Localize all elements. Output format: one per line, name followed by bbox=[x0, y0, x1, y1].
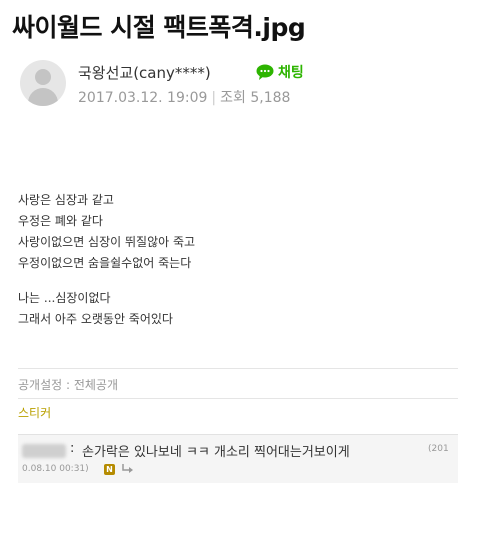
post-content: 사랑은 심장과 같고 우정은 폐와 같다 사랑이없으면 심장이 뛰질않아 죽고 … bbox=[18, 190, 398, 330]
chat-label: 채팅 bbox=[278, 65, 304, 81]
post-line: 사랑이없으면 심장이 뛰질않아 죽고 bbox=[18, 235, 196, 249]
author-name[interactable]: 국왕선교(cany****) bbox=[78, 62, 211, 83]
privacy-setting: 공개설정 : 전체공개 bbox=[18, 378, 118, 392]
divider bbox=[18, 368, 458, 369]
author-row: 국왕선교(cany****) 채팅 2017.03.12. 19:09 | 조회 5… bbox=[20, 60, 460, 108]
comment-date: 0.08.10 00:31) bbox=[22, 464, 89, 474]
post-line: 우정이없으면 숨을쉴수없어 죽는다 bbox=[18, 256, 192, 270]
chat-bubble-icon bbox=[256, 64, 274, 80]
comment-separator: : bbox=[70, 441, 75, 456]
avatar-body-shape bbox=[28, 88, 58, 106]
post-line: 그래서 아주 오랫동안 죽어있다 bbox=[18, 312, 173, 326]
post-date: 2017.03.12. 19:09 bbox=[78, 90, 208, 106]
divider bbox=[18, 398, 458, 399]
reply-arrow-icon[interactable] bbox=[120, 462, 134, 476]
post-line-gap bbox=[18, 274, 398, 288]
post-meta: 2017.03.12. 19:09 | 조회 5,188 bbox=[78, 87, 290, 107]
avatar[interactable] bbox=[20, 60, 66, 106]
chat-button[interactable]: 채팅 bbox=[256, 62, 304, 82]
sticker-link[interactable]: 스티커 bbox=[18, 404, 51, 421]
view-count: 조회 5,188 bbox=[220, 90, 291, 106]
meta-separator: | bbox=[211, 90, 217, 106]
commenter-name-blurred bbox=[22, 444, 66, 458]
post-line: 우정은 폐와 같다 bbox=[18, 214, 103, 228]
post-line: 나는 ...심장이없다 bbox=[18, 291, 111, 305]
post-title: 싸이월드 시절 팩트폭격.jpg bbox=[12, 13, 306, 42]
comment-item: : 손가락은 있나보네 ㅋㅋ 개소리 찍어대는거보이게 (201 0.08.10… bbox=[18, 434, 458, 483]
comment-date-prefix: (201 bbox=[428, 444, 449, 454]
comment-text: 손가락은 있나보네 ㅋㅋ 개소리 찍어대는거보이게 bbox=[82, 445, 350, 460]
avatar-head-shape bbox=[35, 69, 51, 85]
new-badge: N bbox=[104, 464, 115, 475]
post-line: 사랑은 심장과 같고 bbox=[18, 193, 114, 207]
